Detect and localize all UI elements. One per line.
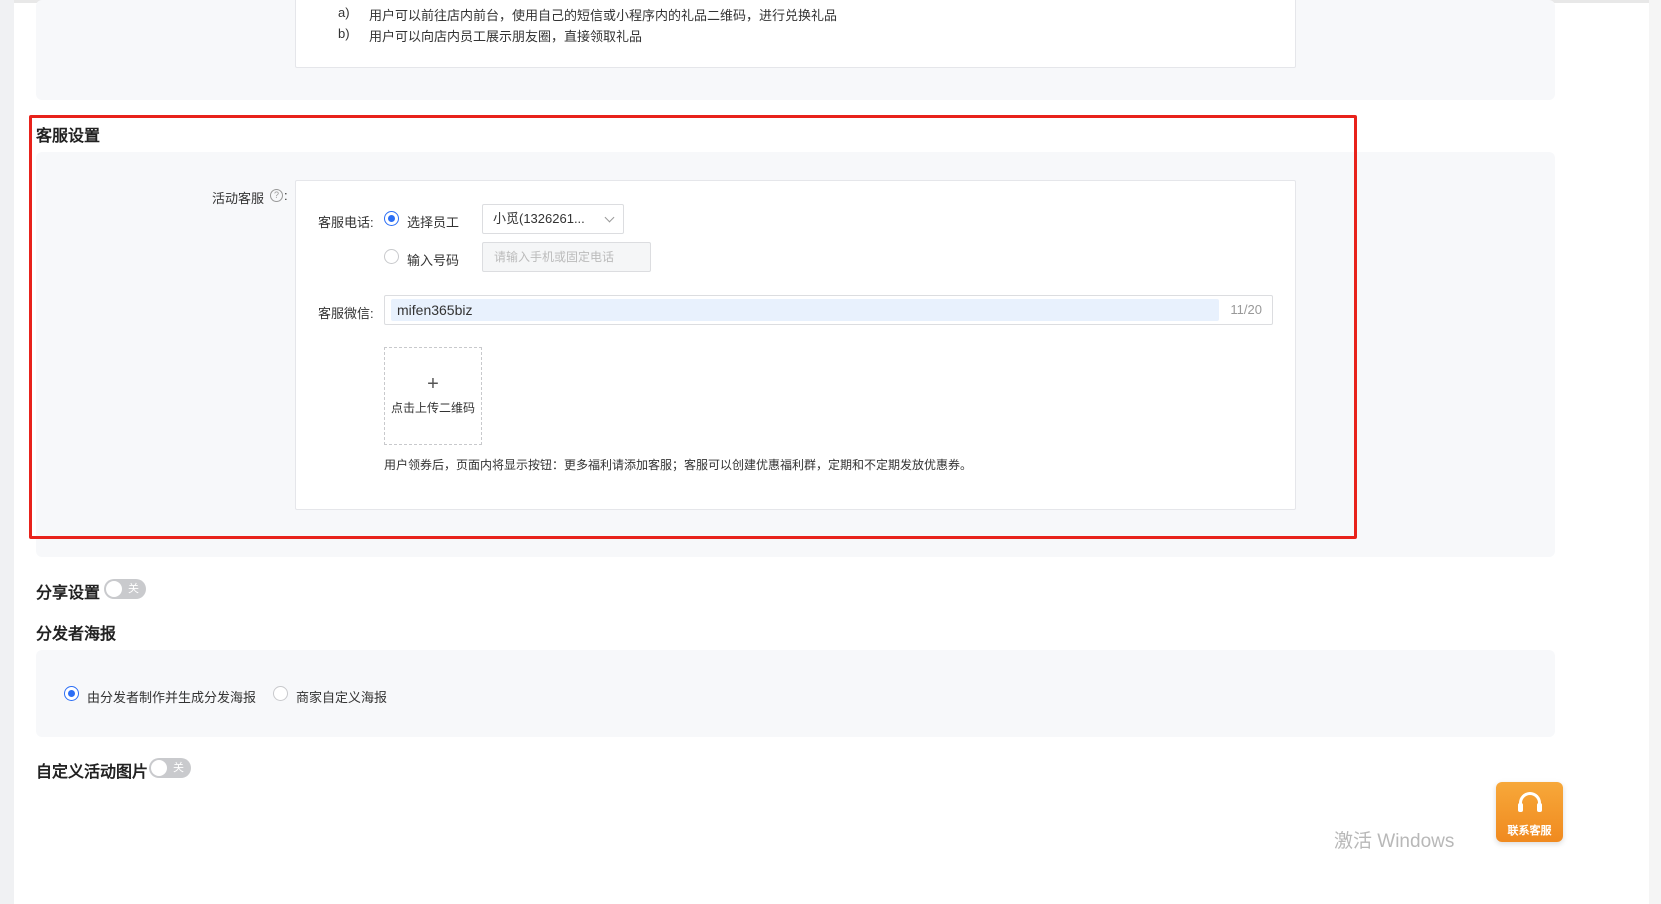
customer-service-hint: 用户领券后，页面内将显示按钮：更多福利请添加客服；客服可以创建优惠福利群，定期和…: [384, 458, 973, 472]
gift-item-a-marker: a): [338, 5, 350, 20]
distributor-poster-title: 分发者海报: [36, 626, 117, 643]
radio-poster-custom[interactable]: [273, 686, 288, 701]
share-settings-title: 分享设置: [36, 585, 101, 602]
phone-number-input[interactable]: 请输入手机或固定电话: [482, 242, 651, 272]
toggle-off-label: 关: [128, 583, 139, 595]
wechat-input-value: mifen365biz: [397, 302, 473, 318]
plus-icon: +: [427, 373, 439, 395]
toggle-knob: [106, 581, 122, 597]
wechat-label: 客服微信:: [318, 306, 374, 321]
option-select-employee-label[interactable]: 选择员工: [407, 212, 459, 231]
wechat-char-counter: 11/20: [1230, 302, 1262, 317]
phone-label: 客服电话:: [318, 215, 374, 230]
toggle-off-label: 关: [173, 762, 184, 774]
qr-upload-button[interactable]: + 点击上传二维码: [384, 347, 482, 445]
left-rail: [0, 0, 14, 904]
scrollbar-track[interactable]: [1649, 0, 1661, 904]
customer-service-title: 客服设置: [36, 128, 101, 145]
phone-number-placeholder: 请输入手机或固定电话: [494, 250, 615, 264]
help-icon[interactable]: ?: [270, 189, 283, 202]
employee-select-value: 小觅(1326261...: [493, 211, 585, 226]
chevron-down-icon: [604, 212, 615, 223]
gift-item-b-text: 用户可以向店内员工展示朋友圈，直接领取礼品: [369, 29, 643, 44]
wechat-input-selection: [391, 299, 1219, 321]
contact-service-button[interactable]: 联系客服: [1496, 782, 1563, 842]
headset-icon: [1518, 792, 1542, 812]
custom-image-toggle[interactable]: 关: [149, 758, 191, 778]
windows-activation-watermark: 激活 Windows: [1334, 831, 1455, 852]
radio-select-employee[interactable]: [384, 211, 399, 226]
wechat-input[interactable]: mifen365biz 11/20: [384, 295, 1273, 325]
poster-generated-label[interactable]: 由分发者制作并生成分发海报: [87, 687, 256, 706]
option-input-number-label[interactable]: 输入号码: [407, 250, 459, 269]
gift-item-a-text: 用户可以前往店内前台，使用自己的短信或小程序内的礼品二维码，进行兑换礼品: [369, 8, 838, 23]
radio-poster-generated[interactable]: [64, 686, 79, 701]
poster-custom-label[interactable]: 商家自定义海报: [296, 687, 387, 706]
gift-item-b-marker: b): [338, 26, 350, 41]
activity-service-label: 活动客服: [212, 191, 265, 206]
toggle-knob: [151, 760, 167, 776]
custom-image-title: 自定义活动图片: [36, 764, 149, 781]
qr-upload-label: 点击上传二维码: [390, 401, 475, 415]
contact-service-label: 联系客服: [1507, 825, 1552, 837]
activity-service-colon: :: [284, 188, 288, 203]
employee-select[interactable]: 小觅(1326261...: [482, 204, 624, 234]
share-settings-toggle[interactable]: 关: [104, 579, 146, 599]
radio-input-number[interactable]: [384, 249, 399, 264]
distributor-poster-panel: [36, 650, 1555, 737]
